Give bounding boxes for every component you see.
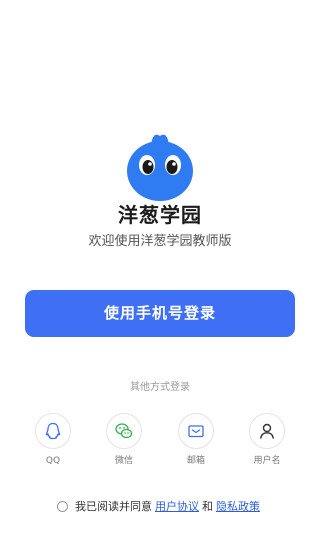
user-agreement-link[interactable]: 用户协议: [155, 498, 199, 514]
mail-label: 邮箱: [186, 456, 205, 466]
mail-icon: [178, 413, 214, 449]
welcome-text: 欢迎使用洋葱学园教师版: [88, 234, 232, 249]
qq-login-button[interactable]: QQ: [23, 413, 83, 467]
other-login-title: 其他方式登录: [130, 382, 190, 393]
app-logo: [123, 127, 197, 203]
mail-login-button[interactable]: 邮箱: [166, 413, 226, 467]
username-login-button[interactable]: 用户名: [237, 413, 297, 467]
app-name: 洋葱学园: [118, 203, 202, 227]
wechat-label: 微信: [114, 456, 133, 466]
agreement-prefix: 我已阅读并同意: [75, 500, 152, 513]
agreement-row: 我已阅读并同意 用户协议 和 隐私政策: [0, 497, 320, 515]
user-icon: [249, 413, 285, 449]
agreement-checkbox[interactable]: [57, 500, 68, 512]
username-label: 用户名: [253, 456, 281, 466]
agreement-and: 和: [202, 500, 213, 513]
other-login-methods: QQ 微信 邮箱 用户名: [0, 413, 320, 473]
phone-login-button[interactable]: 使用手机号登录: [25, 290, 295, 337]
qq-icon: [35, 413, 71, 449]
wechat-icon: [106, 413, 142, 449]
wechat-login-button[interactable]: 微信: [94, 413, 154, 467]
qq-label: QQ: [45, 456, 61, 466]
privacy-policy-link[interactable]: 隐私政策: [216, 498, 260, 514]
